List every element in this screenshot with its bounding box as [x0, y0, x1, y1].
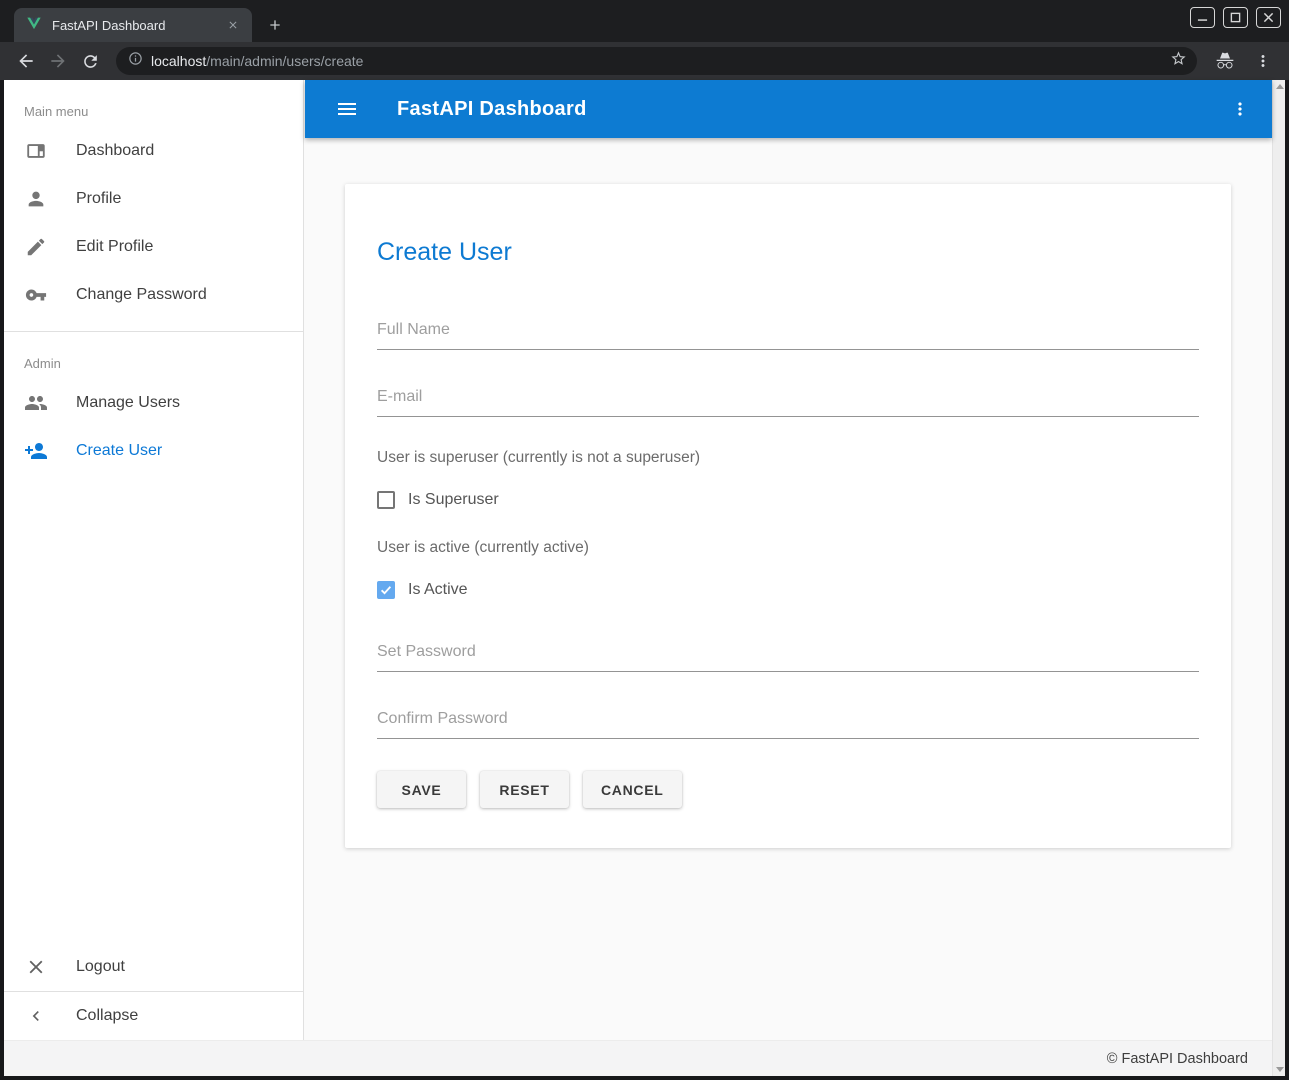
- url-host: localhost: [151, 53, 206, 69]
- superuser-checkbox-row[interactable]: Is Superuser: [377, 491, 1199, 509]
- sidebar-item-label: Profile: [76, 190, 121, 208]
- superuser-checkbox-label: Is Superuser: [408, 491, 499, 509]
- page-title: Create User: [377, 238, 1199, 267]
- vue-favicon-icon: [26, 15, 42, 36]
- sidebar-item-profile[interactable]: Profile: [4, 175, 303, 223]
- email-field-wrap: [377, 382, 1199, 417]
- toolbar-right: [1209, 47, 1279, 75]
- sidebar-caption-main-menu: Main menu: [4, 80, 303, 127]
- person-icon: [24, 187, 48, 211]
- full-name-input[interactable]: [377, 315, 1199, 350]
- active-checkbox-row[interactable]: Is Active: [377, 581, 1199, 599]
- sidebar-item-label: Edit Profile: [76, 238, 153, 256]
- sidebar-item-edit-profile[interactable]: Edit Profile: [4, 223, 303, 271]
- sidebar-item-label: Manage Users: [76, 394, 180, 412]
- main-area: FastAPI Dashboard Create User User is su…: [305, 80, 1272, 1040]
- active-hint: User is active (currently active): [377, 539, 1199, 557]
- people-icon: [24, 391, 48, 415]
- sidebar-item-dashboard[interactable]: Dashboard: [4, 127, 303, 175]
- chevron-left-icon: [24, 1004, 48, 1028]
- sidebar-item-logout[interactable]: Logout: [4, 943, 303, 991]
- active-checkbox-label: Is Active: [408, 581, 468, 599]
- pencil-icon: [24, 235, 48, 259]
- page-scrollbar[interactable]: [1272, 80, 1285, 1076]
- sidebar-item-label: Collapse: [76, 1007, 138, 1025]
- browser-titlebar: FastAPI Dashboard: [0, 0, 1289, 42]
- active-checkbox[interactable]: [377, 581, 395, 599]
- browser-menu-icon[interactable]: [1249, 47, 1277, 75]
- sidebar-item-label: Logout: [76, 958, 125, 976]
- create-user-card: Create User User is superuser (currently…: [345, 184, 1231, 848]
- content-area: Create User User is superuser (currently…: [305, 138, 1272, 848]
- tab-close-icon[interactable]: [224, 16, 242, 34]
- key-icon: [24, 283, 48, 307]
- address-bar[interactable]: localhost/main/admin/users/create: [116, 47, 1197, 75]
- save-button[interactable]: SAVE: [377, 771, 466, 808]
- sidebar-spacer: [4, 475, 303, 943]
- confirm-password-input[interactable]: [377, 704, 1199, 739]
- page: Main menu Dashboard Profile Edit Profile…: [4, 80, 1285, 1076]
- cancel-button[interactable]: CANCEL: [583, 771, 682, 808]
- minimize-button[interactable]: [1190, 7, 1215, 28]
- tab-title: FastAPI Dashboard: [52, 18, 224, 33]
- sidebar-item-manage-users[interactable]: Manage Users: [4, 379, 303, 427]
- new-tab-button[interactable]: [262, 12, 288, 38]
- scrollbar-down-arrow-icon[interactable]: [1276, 1067, 1284, 1072]
- window-controls: [1190, 7, 1281, 28]
- person-add-icon: [24, 439, 48, 463]
- maximize-button[interactable]: [1223, 7, 1248, 28]
- sidebar-item-collapse[interactable]: Collapse: [4, 992, 303, 1040]
- url-text: localhost/main/admin/users/create: [151, 53, 1170, 69]
- confirm-password-field-wrap: [377, 704, 1199, 739]
- close-window-button[interactable]: [1256, 7, 1281, 28]
- app-header: FastAPI Dashboard: [305, 80, 1272, 138]
- close-icon: [24, 955, 48, 979]
- copyright-text: © FastAPI Dashboard: [1107, 1051, 1248, 1067]
- superuser-checkbox[interactable]: [377, 491, 395, 509]
- site-info-icon[interactable]: [128, 51, 143, 71]
- forward-icon[interactable]: [44, 47, 72, 75]
- sidebar-item-label: Change Password: [76, 286, 207, 304]
- sidebar-item-create-user[interactable]: Create User: [4, 427, 303, 475]
- browser-tab[interactable]: FastAPI Dashboard: [14, 8, 252, 42]
- set-password-input[interactable]: [377, 637, 1199, 672]
- app-footer: © FastAPI Dashboard: [4, 1040, 1272, 1076]
- sidebar-item-change-password[interactable]: Change Password: [4, 271, 303, 319]
- sidebar-item-label: Dashboard: [76, 142, 154, 160]
- url-path: /main/admin/users/create: [206, 53, 363, 69]
- browser-toolbar: localhost/main/admin/users/create: [0, 42, 1289, 80]
- sidebar-item-label: Create User: [76, 442, 162, 460]
- form-buttons: SAVE RESET CANCEL: [377, 771, 1199, 808]
- scrollbar-up-arrow-icon[interactable]: [1276, 84, 1284, 89]
- hamburger-menu-icon[interactable]: [329, 91, 365, 127]
- app-menu-dots-icon[interactable]: [1222, 91, 1258, 127]
- full-name-field-wrap: [377, 315, 1199, 350]
- set-password-field-wrap: [377, 637, 1199, 672]
- sidebar: Main menu Dashboard Profile Edit Profile…: [4, 80, 304, 1040]
- bookmark-star-icon[interactable]: [1170, 50, 1187, 72]
- checkmark-icon: [379, 583, 393, 597]
- app-title: FastAPI Dashboard: [397, 98, 1222, 121]
- sidebar-caption-admin: Admin: [4, 332, 303, 379]
- back-icon[interactable]: [12, 47, 40, 75]
- reload-icon[interactable]: [76, 47, 104, 75]
- superuser-hint: User is superuser (currently is not a su…: [377, 449, 1199, 467]
- reset-button[interactable]: RESET: [480, 771, 569, 808]
- dashboard-icon: [24, 139, 48, 163]
- email-input[interactable]: [377, 382, 1199, 417]
- incognito-icon: [1211, 47, 1239, 75]
